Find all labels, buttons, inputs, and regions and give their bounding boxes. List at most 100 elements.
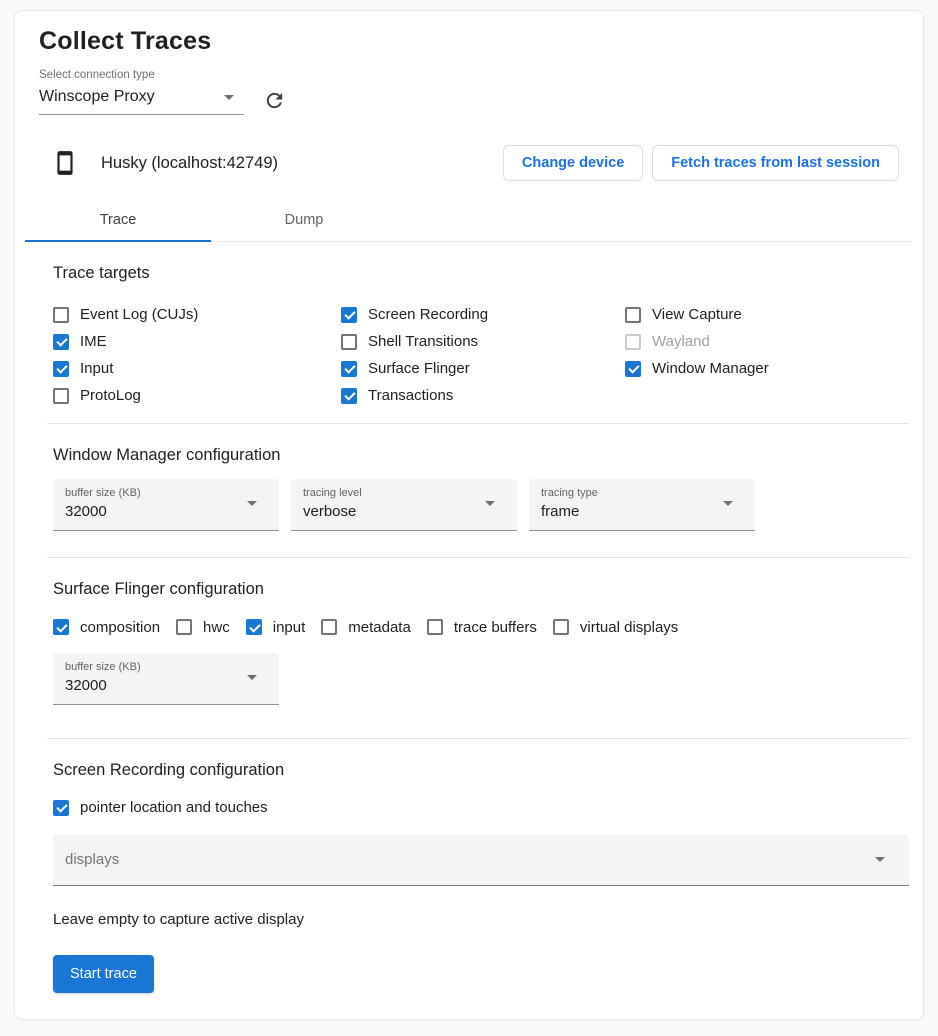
checkbox-label: metadata bbox=[348, 619, 411, 636]
checkbox-window-manager[interactable]: Window Manager bbox=[625, 355, 909, 382]
select-label: tracing level bbox=[303, 487, 362, 499]
displays-hint-text: Leave empty to capture active display bbox=[53, 911, 909, 928]
dropdown-arrow-icon bbox=[247, 675, 257, 680]
collect-traces-card: Collect Traces Select connection type Wi… bbox=[14, 10, 924, 1020]
checkbox-wayland: Wayland bbox=[625, 328, 909, 355]
checkbox-box bbox=[553, 619, 569, 635]
fetch-traces-button[interactable]: Fetch traces from last session bbox=[652, 145, 899, 181]
checkbox-surface-flinger[interactable]: Surface Flinger bbox=[341, 355, 625, 382]
header: Collect Traces Select connection type Wi… bbox=[25, 23, 913, 115]
section-divider bbox=[47, 557, 909, 558]
checkbox-virtual-displays[interactable]: virtual displays bbox=[553, 615, 678, 639]
sr-config-heading: Screen Recording configuration bbox=[53, 761, 909, 780]
checkbox-box bbox=[625, 307, 641, 323]
device-row: Husky (localhost:42749) Change device Fe… bbox=[25, 141, 913, 185]
wm-buffer-size-select[interactable]: buffer size (KB) 32000 bbox=[53, 479, 279, 531]
sf-flags-row: composition hwc input metadata trace buf… bbox=[53, 615, 909, 639]
displays-select[interactable]: displays bbox=[53, 834, 909, 886]
checkbox-sf-input[interactable]: input bbox=[246, 615, 306, 639]
checkbox-box bbox=[246, 619, 262, 635]
checkbox-protolog[interactable]: ProtoLog bbox=[53, 382, 341, 409]
trace-targets-heading: Trace targets bbox=[53, 264, 909, 283]
connection-type-select[interactable]: Winscope Proxy bbox=[39, 83, 244, 115]
select-label: buffer size (KB) bbox=[65, 487, 141, 499]
checkbox-composition[interactable]: composition bbox=[53, 615, 160, 639]
connection-type-label: Select connection type bbox=[39, 69, 899, 81]
checkbox-label: Event Log (CUJs) bbox=[80, 306, 198, 323]
refresh-connection-button[interactable] bbox=[260, 86, 288, 114]
wm-tracing-type-select[interactable]: tracing type frame bbox=[529, 479, 755, 531]
checkbox-label: Transactions bbox=[368, 387, 453, 404]
tab-trace[interactable]: Trace bbox=[25, 199, 211, 242]
checkbox-label: Window Manager bbox=[652, 360, 769, 377]
checkbox-box bbox=[341, 334, 357, 350]
checkbox-box bbox=[53, 388, 69, 404]
device-name: Husky (localhost:42749) bbox=[101, 154, 278, 173]
dropdown-arrow-icon bbox=[875, 857, 885, 862]
dropdown-arrow-icon bbox=[723, 501, 733, 506]
select-value: frame bbox=[541, 503, 598, 520]
select-label: tracing type bbox=[541, 487, 598, 499]
checkbox-box bbox=[53, 334, 69, 350]
checkbox-label: IME bbox=[80, 333, 107, 350]
checkbox-transactions[interactable]: Transactions bbox=[341, 382, 625, 409]
dropdown-arrow-icon bbox=[224, 95, 234, 100]
checkbox-metadata[interactable]: metadata bbox=[321, 615, 411, 639]
section-divider bbox=[47, 423, 909, 424]
checkbox-label: Surface Flinger bbox=[368, 360, 470, 377]
select-label: buffer size (KB) bbox=[65, 661, 141, 673]
trace-tab-content: Trace targets Event Log (CUJs) IME Input bbox=[25, 264, 913, 993]
sf-config-heading: Surface Flinger configuration bbox=[53, 580, 909, 599]
wm-tracing-level-select[interactable]: tracing level verbose bbox=[291, 479, 517, 531]
checkbox-label: virtual displays bbox=[580, 619, 678, 636]
tab-dump[interactable]: Dump bbox=[211, 199, 397, 241]
select-value: 32000 bbox=[65, 503, 141, 520]
checkbox-box bbox=[176, 619, 192, 635]
checkbox-pointer-location[interactable]: pointer location and touches bbox=[53, 794, 909, 821]
checkbox-event-log-cujs[interactable]: Event Log (CUJs) bbox=[53, 301, 341, 328]
checkbox-label: trace buffers bbox=[454, 619, 537, 636]
wm-config-heading: Window Manager configuration bbox=[53, 446, 909, 465]
checkbox-label: Shell Transitions bbox=[368, 333, 478, 350]
dropdown-arrow-icon bbox=[485, 501, 495, 506]
checkbox-label: hwc bbox=[203, 619, 230, 636]
checkbox-box bbox=[341, 307, 357, 323]
checkbox-box bbox=[427, 619, 443, 635]
checkbox-label: pointer location and touches bbox=[80, 799, 268, 816]
checkbox-view-capture[interactable]: View Capture bbox=[625, 301, 909, 328]
refresh-icon bbox=[263, 89, 286, 112]
sf-buffer-size-select[interactable]: buffer size (KB) 32000 bbox=[53, 653, 279, 705]
tab-bar: Trace Dump bbox=[25, 199, 913, 242]
checkbox-ime[interactable]: IME bbox=[53, 328, 341, 355]
select-value: 32000 bbox=[65, 677, 141, 694]
checkbox-box bbox=[625, 334, 641, 350]
checkbox-box bbox=[53, 361, 69, 377]
checkbox-label: ProtoLog bbox=[80, 387, 141, 404]
section-divider bbox=[47, 738, 909, 739]
connection-type-value: Winscope Proxy bbox=[39, 88, 155, 106]
checkbox-box bbox=[53, 307, 69, 323]
checkbox-screen-recording[interactable]: Screen Recording bbox=[341, 301, 625, 328]
checkbox-hwc[interactable]: hwc bbox=[176, 615, 230, 639]
checkbox-box bbox=[321, 619, 337, 635]
checkbox-box bbox=[341, 361, 357, 377]
checkbox-label: Screen Recording bbox=[368, 306, 488, 323]
page-title: Collect Traces bbox=[39, 27, 899, 56]
checkbox-label: composition bbox=[80, 619, 160, 636]
displays-select-placeholder: displays bbox=[65, 851, 119, 868]
start-trace-button[interactable]: Start trace bbox=[53, 955, 154, 993]
checkbox-box bbox=[625, 361, 641, 377]
checkbox-box bbox=[53, 619, 69, 635]
checkbox-box bbox=[53, 800, 69, 816]
trace-targets-grid: Event Log (CUJs) IME Input ProtoLog bbox=[53, 301, 909, 409]
change-device-button[interactable]: Change device bbox=[503, 145, 643, 181]
checkbox-shell-transitions[interactable]: Shell Transitions bbox=[341, 328, 625, 355]
dropdown-arrow-icon bbox=[247, 501, 257, 506]
checkbox-box bbox=[341, 388, 357, 404]
checkbox-label: Input bbox=[80, 360, 113, 377]
checkbox-trace-buffers[interactable]: trace buffers bbox=[427, 615, 537, 639]
checkbox-input[interactable]: Input bbox=[53, 355, 341, 382]
checkbox-label: input bbox=[273, 619, 306, 636]
smartphone-icon bbox=[51, 148, 79, 178]
select-value: verbose bbox=[303, 503, 362, 520]
